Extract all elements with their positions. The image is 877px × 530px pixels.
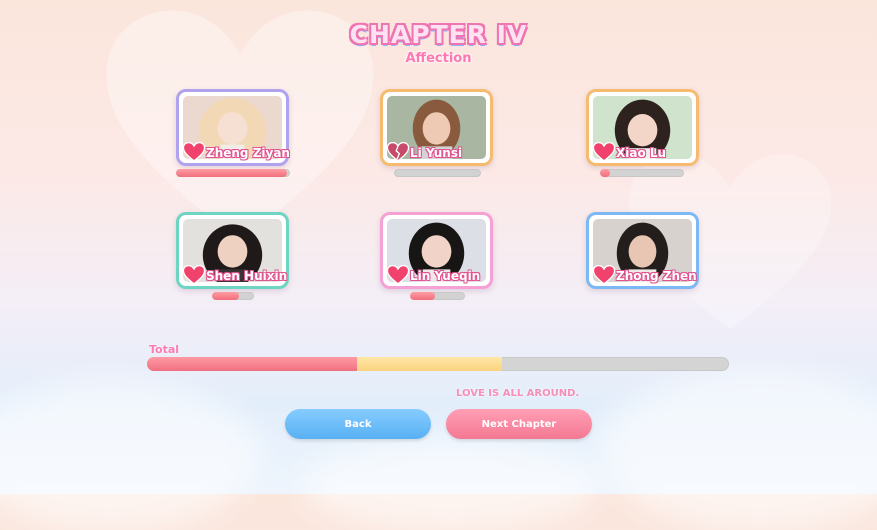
background-cloud — [300, 440, 600, 530]
character-name: Xiao Lu — [616, 146, 667, 160]
back-button[interactable]: Back — [285, 409, 431, 439]
character-name: Li Yunsi — [410, 146, 463, 160]
affection-bar-fill — [600, 169, 611, 177]
character-card-xiao-lu[interactable]: Xiao Lu — [586, 89, 699, 166]
heart-full-icon — [183, 142, 205, 162]
total-progress-secondary — [356, 357, 503, 371]
affection-bar — [600, 169, 684, 177]
affection-bar — [176, 169, 290, 177]
background-cloud — [600, 370, 877, 530]
affection-bar-fill — [410, 292, 435, 300]
affection-bar-fill — [212, 292, 240, 300]
character-card-zheng-ziyan[interactable]: Zheng Ziyan — [176, 89, 290, 166]
character-name: Shen Huixin — [206, 269, 288, 283]
background-cloud — [0, 380, 260, 530]
next-chapter-button[interactable]: Next Chapter — [446, 409, 592, 439]
heart-full-icon — [387, 265, 409, 285]
broken-heart-icon — [387, 142, 409, 162]
chapter-title: CHAPTER IV — [349, 20, 528, 49]
heart-full-icon — [593, 142, 615, 162]
character-card-lin-yueqin[interactable]: Lin Yueqin — [380, 212, 493, 289]
character-name: Lin Yueqin — [410, 269, 481, 283]
chapter-subtitle: Affection — [405, 51, 472, 66]
heart-full-icon — [593, 265, 615, 285]
tagline: LOVE IS ALL AROUND. — [456, 388, 580, 399]
character-name: Zhong Zhen — [616, 269, 697, 283]
total-label: Total — [149, 343, 180, 356]
affection-bar — [212, 292, 254, 300]
total-progress-bar — [147, 357, 729, 371]
affection-bar — [410, 292, 465, 300]
character-card-shen-huixin[interactable]: Shen Huixin — [176, 212, 289, 289]
character-card-li-yunsi[interactable]: Li Yunsi — [380, 89, 493, 166]
heart-full-icon — [183, 265, 205, 285]
affection-bar-fill — [176, 169, 287, 177]
total-progress-primary — [147, 357, 357, 371]
character-card-zhong-zhen[interactable]: Zhong Zhen — [586, 212, 699, 289]
affection-bar — [394, 169, 481, 177]
character-name: Zheng Ziyan — [206, 146, 290, 160]
